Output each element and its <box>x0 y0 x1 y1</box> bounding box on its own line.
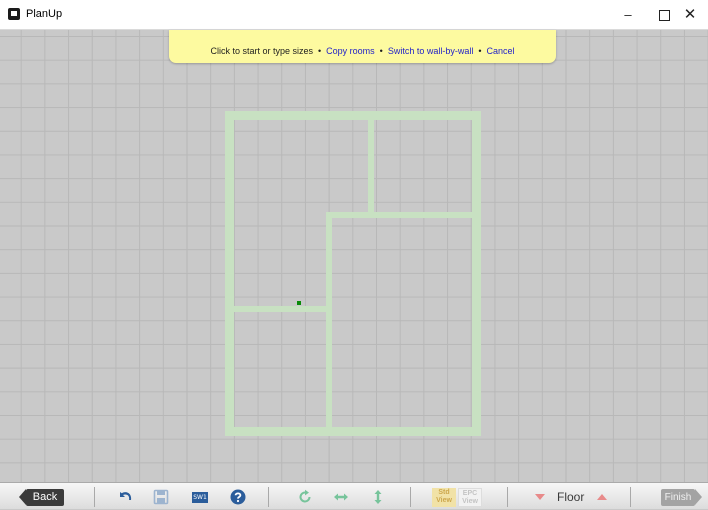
title-bar: PlanUp – ✕ <box>0 0 708 30</box>
wall-right[interactable] <box>472 111 481 436</box>
hint-bar: Click to start or type sizes • Copy rooms •… <box>169 30 556 63</box>
help-button[interactable] <box>228 483 248 510</box>
floor-down-icon <box>535 493 545 500</box>
save-button[interactable] <box>151 483 171 510</box>
flip-vertical-button[interactable] <box>368 483 388 510</box>
undo-icon <box>120 491 132 500</box>
wall-top[interactable] <box>225 111 481 120</box>
wall-inner-vertical-top[interactable] <box>368 120 374 216</box>
wall-left[interactable] <box>225 111 234 436</box>
wall-inner-horizontal-left[interactable] <box>234 306 332 312</box>
flip-vertical-icon <box>374 489 382 504</box>
floor-plan <box>225 111 481 436</box>
back-button[interactable]: Back <box>19 489 64 506</box>
floor-up-icon <box>597 493 607 500</box>
hint-separator: • <box>318 46 322 56</box>
copy-rooms-link[interactable]: Copy rooms <box>326 46 375 56</box>
wall-inner-vertical-middle[interactable] <box>326 212 332 427</box>
undo-button[interactable] <box>115 483 135 510</box>
floor-label: Floor <box>557 490 585 504</box>
close-icon: ✕ <box>683 6 697 23</box>
flip-horizontal-button[interactable] <box>331 483 351 510</box>
toolbar-divider <box>268 487 269 507</box>
window-title: PlanUp <box>26 8 63 20</box>
flip-horizontal-icon <box>334 493 348 500</box>
close-button[interactable]: ✕ <box>672 0 708 30</box>
help-icon <box>230 489 246 504</box>
std-view-line1: Std <box>438 489 450 496</box>
sw1-button[interactable]: SW1 <box>192 492 208 503</box>
epc-view-toggle[interactable]: EPC View <box>458 488 482 507</box>
cancel-link[interactable]: Cancel <box>487 46 515 56</box>
cursor-marker <box>297 301 301 305</box>
floor-up-button[interactable] <box>595 483 609 510</box>
wall-inner-horizontal-right[interactable] <box>326 212 472 218</box>
toolbar-divider <box>630 487 631 507</box>
epc-view-line1: EPC <box>462 490 478 497</box>
minimize-button[interactable]: – <box>610 0 646 30</box>
epc-view-line2: View <box>462 498 478 505</box>
rotate-button[interactable] <box>295 483 315 510</box>
toolbar-divider <box>94 487 95 507</box>
hint-separator: • <box>478 46 482 56</box>
drawing-canvas[interactable]: Click to start or type sizes • Copy rooms •… <box>0 30 708 482</box>
hint-separator: • <box>379 46 383 56</box>
toolbar-divider <box>507 487 508 507</box>
floor-down-button[interactable] <box>533 483 547 510</box>
toolbar-divider <box>410 487 411 507</box>
maximize-icon <box>658 10 670 22</box>
switch-to-wall-by-wall-link[interactable]: Switch to wall-by-wall <box>388 46 474 56</box>
save-icon <box>153 489 169 504</box>
app-icon <box>8 8 20 20</box>
hint-text: Click to start or type sizes <box>210 46 313 56</box>
bottom-toolbar: Back SW1 Std View EPC View Floor Finish <box>0 482 708 509</box>
rotate-icon <box>299 489 311 502</box>
finish-button[interactable]: Finish <box>661 489 702 506</box>
std-view-toggle[interactable]: Std View <box>432 488 456 507</box>
wall-bottom[interactable] <box>225 427 481 436</box>
std-view-line2: View <box>436 497 452 504</box>
